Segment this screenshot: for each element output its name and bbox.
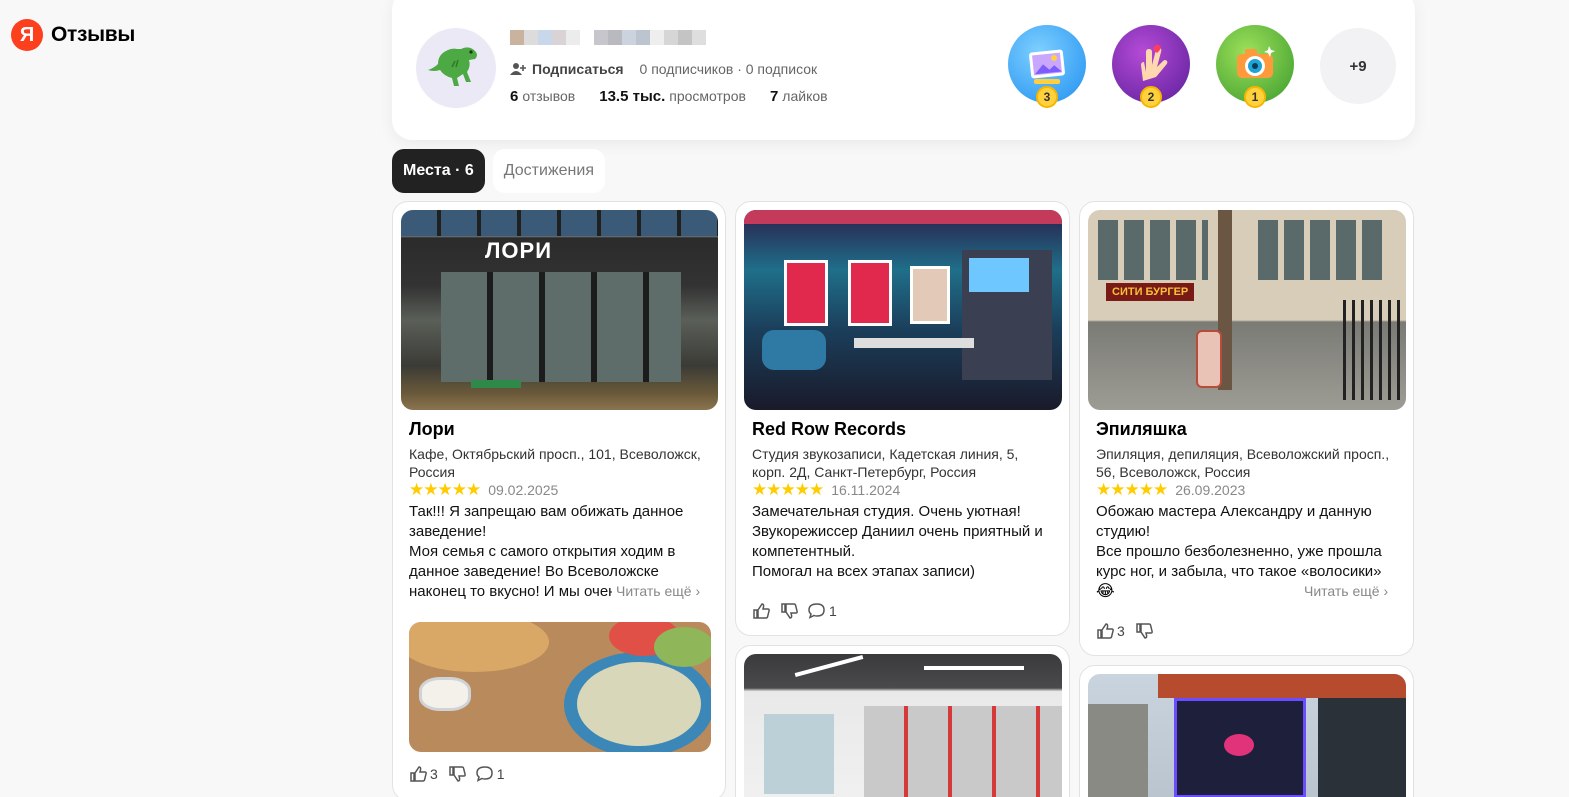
badge-camera[interactable]: 1 (1216, 25, 1295, 108)
like-button[interactable] (752, 602, 770, 620)
thumbs-up-icon (1097, 623, 1114, 639)
thumbs-up-icon (410, 766, 427, 782)
badge-photo[interactable]: 3 (1008, 25, 1087, 108)
tab-places[interactable]: Места · 6 (392, 149, 485, 193)
followers-text: 0 подписчиков · 0 подписок (639, 61, 818, 77)
place-address: Эпиляция, депиляция, Всеволожский просп.… (1096, 446, 1390, 480)
subscribe-row: Подписаться 0 подписчиков · 0 подписок (510, 61, 817, 77)
place-photo[interactable]: СИТИ БУРГЕР (1088, 210, 1406, 410)
rating-row: ★★★★★ 09.02.2025 (409, 480, 558, 500)
review-text: Замечательная студия. Очень уютная! Звук… (752, 503, 1043, 580)
place-photo[interactable]: ЛОРИ (401, 210, 718, 410)
badge-hand[interactable]: 2 (1112, 25, 1191, 108)
review-text: Обожаю мастера Александру и данную студи… (1096, 503, 1382, 580)
stats-row: 6 отзывов 13.5 тыс. просмотров 7 лайков (510, 88, 828, 105)
place-address: Кафе, Октябрьский просп., 101, Всеволожс… (409, 446, 701, 480)
like-button[interactable]: 3 (409, 765, 438, 783)
review-card[interactable]: Red Row Records Студия звукозаписи, Каде… (735, 201, 1070, 636)
thumbs-down-icon (1136, 623, 1153, 639)
app-logo[interactable]: Я Отзывы (11, 19, 135, 51)
review-card[interactable]: ЛОРИ Лори Кафе, Октябрьский просп., 101,… (392, 201, 726, 797)
tabs: Места · 6 Достижения (392, 149, 605, 193)
star-rating: ★★★★★ (752, 480, 824, 499)
badge-count: 2 (1140, 86, 1162, 108)
thumbs-down-icon (781, 603, 798, 619)
star-rating: ★★★★★ (1096, 480, 1168, 499)
review-card[interactable] (1079, 665, 1414, 797)
reviews-stat: 6 отзывов (510, 88, 576, 105)
rating-row: ★★★★★ 16.11.2024 (752, 480, 900, 500)
subscribe-button[interactable]: Подписаться (510, 61, 624, 77)
review-date: 16.11.2024 (831, 482, 901, 498)
badge-count: 3 (1036, 86, 1058, 108)
place-photo[interactable] (744, 210, 1062, 410)
like-count: 3 (1117, 623, 1125, 639)
like-button[interactable]: 3 (1096, 622, 1125, 640)
rating-row: ★★★★★ 26.09.2023 (1096, 480, 1245, 500)
laughing-emoji: 😂 (1096, 583, 1115, 600)
dislike-button[interactable] (1135, 622, 1153, 640)
review-card[interactable]: СИТИ БУРГЕР Эпиляшка Эпиляция, депиляция… (1079, 201, 1414, 656)
views-stat: 13.5 тыс. просмотров (599, 88, 746, 105)
more-badges-button[interactable]: +9 (1320, 28, 1396, 104)
place-photo[interactable] (744, 654, 1062, 797)
comment-count: 1 (829, 603, 837, 619)
like-count: 3 (430, 766, 438, 782)
review-date: 09.02.2025 (488, 482, 559, 498)
review-actions: 3 (1096, 622, 1153, 640)
tab-achievements[interactable]: Достижения (492, 149, 605, 193)
comments-button[interactable]: 1 (476, 765, 505, 783)
profile-card: Подписаться 0 подписчиков · 0 подписок 6… (392, 0, 1415, 140)
badge-count: 1 (1244, 86, 1266, 108)
camera-badge-icon (1237, 46, 1275, 78)
read-more-link[interactable]: Читать ещё › (612, 583, 701, 599)
place-title[interactable]: Эпиляшка (1096, 419, 1187, 440)
add-person-icon (510, 63, 526, 75)
thumbs-down-icon (449, 766, 466, 782)
dislike-button[interactable] (780, 602, 798, 620)
likes-stat: 7 лайков (769, 88, 828, 105)
place-photo[interactable] (1088, 674, 1406, 797)
read-more-link[interactable]: Читать ещё › (1300, 583, 1389, 599)
blurred-username (510, 30, 706, 45)
review-actions: 1 (752, 602, 837, 620)
comments-button[interactable]: 1 (808, 602, 837, 620)
thumbs-up-icon (753, 603, 770, 619)
star-rating: ★★★★★ (409, 480, 481, 499)
place-title[interactable]: Лори (409, 419, 455, 440)
comment-icon (808, 603, 825, 619)
storefront-sign: СИТИ БУРГЕР (1106, 283, 1195, 301)
place-title[interactable]: Red Row Records (752, 419, 906, 440)
dislike-button[interactable] (448, 765, 466, 783)
review-actions: 3 1 (409, 765, 505, 783)
comment-count: 1 (496, 766, 505, 782)
review-photo[interactable] (409, 622, 711, 752)
review-date: 26.09.2023 (1175, 482, 1246, 498)
storefront-sign: ЛОРИ (485, 238, 553, 263)
achievement-badges: 3 2 1 +9 (1008, 25, 1396, 108)
app-title: Отзывы (51, 23, 136, 46)
comment-icon (476, 766, 493, 782)
photo-badge-icon (1029, 49, 1065, 84)
dinosaur-icon (428, 47, 477, 86)
hand-heart-badge-icon (1141, 44, 1168, 81)
subscribe-label: Подписаться (532, 61, 624, 77)
review-card[interactable] (735, 645, 1070, 797)
yandex-logo-icon: Я (11, 19, 43, 51)
place-address: Студия звукозаписи, Кадетская линия, 5, … (752, 446, 1019, 480)
avatar (416, 28, 496, 108)
